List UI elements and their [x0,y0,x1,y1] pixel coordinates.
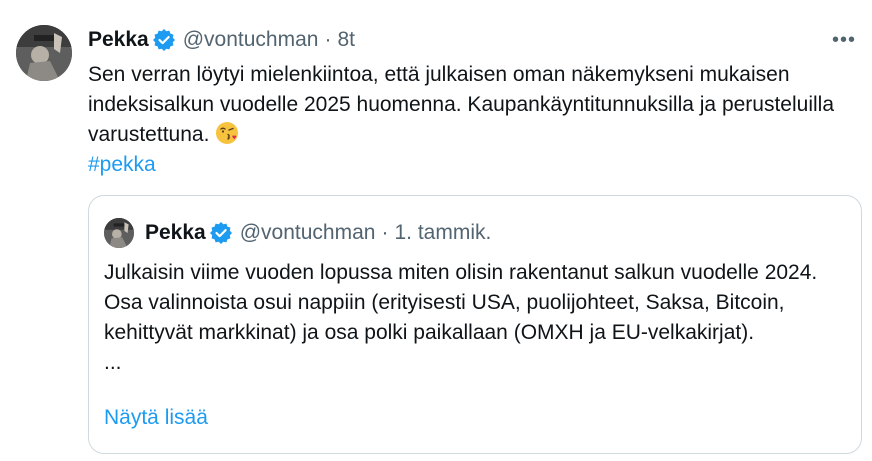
more-options-icon[interactable]: ••• [826,22,862,58]
show-more-link[interactable]: Näytä lisää [104,406,208,430]
quoted-author-name: Pekka [145,221,206,244]
quoted-author-handle: @vontuchman [239,221,376,244]
verified-badge-icon[interactable] [152,29,175,51]
quoted-text: Julkaisin viime vuoden lopussa miten oli… [104,258,844,378]
avatar[interactable] [16,25,72,81]
quoted-body: Julkaisin viime vuoden lopussa miten oli… [104,261,818,344]
tweet-text: Sen verran löytyi mielenkiintoa, että ju… [88,60,858,180]
kissing-face-emoji-icon [215,121,239,145]
tweet[interactable]: Pekka @vontuchman · 8t ••• Sen verran lö… [0,0,872,461]
separator-dot: · [324,28,332,51]
quoted-header: Pekka @vontuchman · 1. tammik. [145,218,491,248]
verified-badge-icon [209,222,232,244]
separator-dot: · [381,221,389,244]
quoted-avatar-photo [104,218,134,248]
author-name[interactable]: Pekka [88,28,149,52]
quoted-avatar [104,218,134,248]
quoted-tweet[interactable]: Pekka @vontuchman · 1. tammik. Julkaisin… [88,195,862,454]
quoted-ellipsis: ... [104,351,122,374]
timestamp[interactable]: 8t [337,28,355,52]
tweet-body: Sen verran löytyi mielenkiintoa, että ju… [88,63,835,146]
author-handle[interactable]: @vontuchman [183,28,319,52]
avatar-photo [16,25,72,81]
hashtag-link[interactable]: #pekka [88,150,858,180]
quoted-timestamp: 1. tammik. [394,221,492,244]
tweet-header: Pekka @vontuchman · 8t [88,25,355,55]
